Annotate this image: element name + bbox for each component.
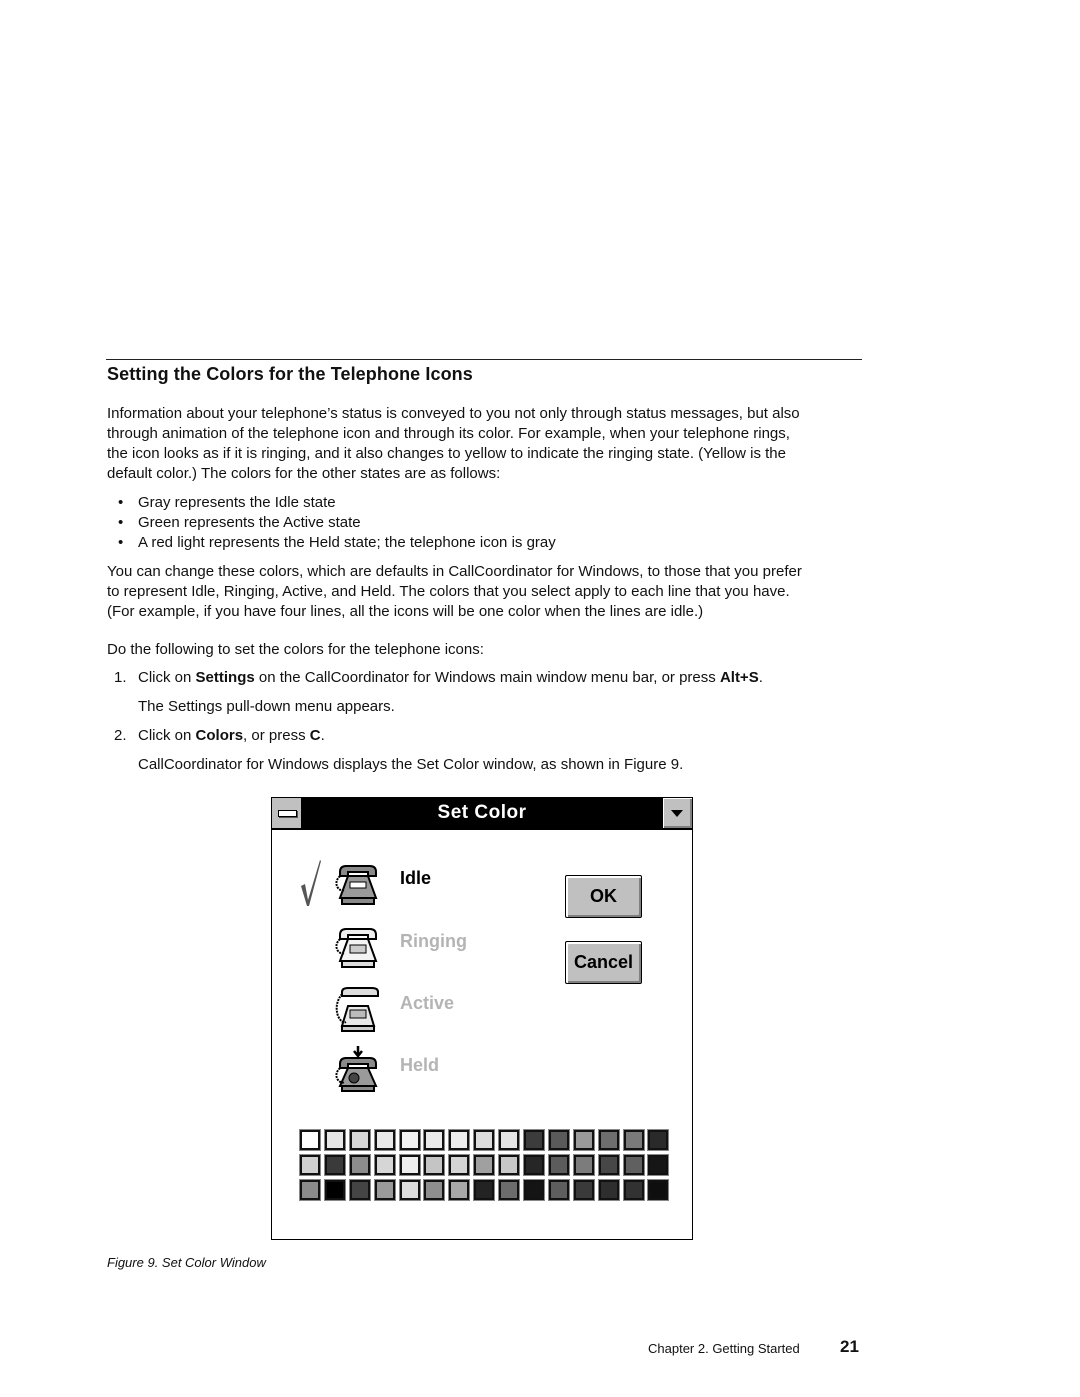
- color-swatch[interactable]: [448, 1179, 471, 1201]
- step-number: 1.: [114, 669, 127, 686]
- figure-caption: Figure 9. Set Color Window: [107, 1255, 266, 1270]
- step-2-result: CallCoordinator for Windows displays the…: [138, 756, 684, 773]
- section-rule: [106, 359, 862, 360]
- color-swatch[interactable]: [423, 1154, 446, 1176]
- step-text: .: [758, 669, 763, 686]
- list-item: Gray represents the Idle state: [118, 493, 556, 513]
- color-swatch[interactable]: [547, 1129, 570, 1151]
- step-text: Click on: [138, 727, 196, 744]
- color-swatch[interactable]: [523, 1129, 546, 1151]
- title-bar: Set Color: [272, 798, 692, 830]
- state-label-active[interactable]: Active: [400, 993, 454, 1014]
- state-color-list: Gray represents the Idle state Green rep…: [118, 493, 556, 553]
- step-text: Click on: [138, 669, 196, 686]
- step-2: 2. Click on Colors, or press C.: [114, 726, 325, 746]
- state-label-idle[interactable]: Idle: [400, 868, 431, 889]
- system-menu-icon: [278, 810, 297, 817]
- color-swatch[interactable]: [348, 1179, 371, 1201]
- color-swatch[interactable]: [622, 1154, 645, 1176]
- menu-item-name: Colors: [195, 727, 244, 744]
- color-swatch[interactable]: [448, 1154, 471, 1176]
- state-label-ringing[interactable]: Ringing: [400, 931, 467, 952]
- color-swatch[interactable]: [547, 1154, 570, 1176]
- color-swatch[interactable]: [348, 1129, 371, 1151]
- shortcut-key: C: [309, 727, 321, 744]
- color-swatch[interactable]: [597, 1179, 620, 1201]
- intro-line: default color.) The colors for the other…: [107, 465, 501, 482]
- minimize-button[interactable]: [662, 798, 692, 828]
- dialog-title: Set Color: [437, 802, 527, 823]
- list-item: A red light represents the Held state; t…: [118, 533, 556, 553]
- color-swatch[interactable]: [448, 1129, 471, 1151]
- phone-active-icon[interactable]: [334, 986, 382, 1034]
- system-menu-button[interactable]: [272, 798, 302, 828]
- color-swatch[interactable]: [597, 1129, 620, 1151]
- color-palette: [299, 1129, 670, 1201]
- color-swatch[interactable]: [597, 1154, 620, 1176]
- intro-line: the icon looks as if it is ringing, and …: [107, 445, 786, 462]
- color-swatch[interactable]: [398, 1129, 421, 1151]
- step-number: 2.: [114, 727, 127, 744]
- color-swatch[interactable]: [572, 1179, 595, 1201]
- color-swatch[interactable]: [423, 1129, 446, 1151]
- step-text: .: [320, 727, 325, 744]
- color-swatch[interactable]: [498, 1179, 521, 1201]
- color-swatch[interactable]: [373, 1179, 396, 1201]
- color-swatch[interactable]: [622, 1129, 645, 1151]
- menu-name: Settings: [195, 669, 255, 686]
- color-swatch[interactable]: [473, 1154, 496, 1176]
- step-text: , or press: [243, 727, 310, 744]
- cancel-button[interactable]: Cancel: [565, 941, 642, 984]
- color-swatch[interactable]: [348, 1154, 371, 1176]
- page-number: 21: [840, 1337, 859, 1356]
- change-line: to represent Idle, Ringing, Active, and …: [107, 583, 790, 600]
- chapter-footer: Chapter 2. Getting Started: [648, 1341, 800, 1356]
- section-heading: Setting the Colors for the Telephone Ico…: [107, 364, 473, 384]
- color-swatch[interactable]: [572, 1154, 595, 1176]
- state-label-held[interactable]: Held: [400, 1055, 439, 1076]
- step-1-result: The Settings pull-down menu appears.: [138, 698, 395, 715]
- phone-idle-icon[interactable]: [334, 862, 382, 910]
- color-swatch[interactable]: [572, 1129, 595, 1151]
- color-swatch[interactable]: [622, 1179, 645, 1201]
- color-swatch[interactable]: [323, 1179, 346, 1201]
- color-swatch[interactable]: [473, 1179, 496, 1201]
- step-1: 1. Click on Settings on the CallCoordinat…: [114, 668, 763, 688]
- set-color-dialog: Set Color Idle Ringing Active Held OK Ca…: [271, 797, 693, 1240]
- intro-line: Information about your telephone’s statu…: [107, 405, 800, 422]
- color-swatch[interactable]: [647, 1179, 670, 1201]
- color-swatch[interactable]: [299, 1179, 321, 1201]
- color-swatch[interactable]: [523, 1179, 546, 1201]
- color-swatch[interactable]: [299, 1129, 321, 1151]
- phone-held-icon[interactable]: [334, 1046, 382, 1094]
- color-swatch[interactable]: [473, 1129, 496, 1151]
- instructions-intro: Do the following to set the colors for t…: [107, 641, 484, 658]
- color-swatch[interactable]: [647, 1154, 670, 1176]
- color-swatch[interactable]: [498, 1154, 521, 1176]
- chevron-down-icon: [671, 810, 683, 817]
- color-swatch[interactable]: [523, 1154, 546, 1176]
- shortcut-key: Alt+S: [719, 669, 759, 686]
- color-swatch[interactable]: [647, 1129, 670, 1151]
- color-swatch[interactable]: [547, 1179, 570, 1201]
- color-swatch[interactable]: [373, 1129, 396, 1151]
- step-text: on the CallCoordinator for Windows main …: [254, 669, 720, 686]
- color-swatch[interactable]: [398, 1179, 421, 1201]
- change-line: (For example, if you have four lines, al…: [107, 603, 704, 620]
- checkmark-icon: [301, 860, 321, 906]
- color-swatch[interactable]: [398, 1154, 421, 1176]
- color-swatch[interactable]: [498, 1129, 521, 1151]
- color-swatch[interactable]: [423, 1179, 446, 1201]
- color-swatch[interactable]: [323, 1129, 346, 1151]
- change-line: You can change these colors, which are d…: [107, 563, 802, 580]
- phone-ringing-icon[interactable]: [334, 925, 382, 973]
- ok-button[interactable]: OK: [565, 875, 642, 918]
- list-item: Green represents the Active state: [118, 513, 556, 533]
- color-swatch[interactable]: [373, 1154, 396, 1176]
- intro-line: through animation of the telephone icon …: [107, 425, 790, 442]
- color-swatch[interactable]: [299, 1154, 321, 1176]
- color-swatch[interactable]: [323, 1154, 346, 1176]
